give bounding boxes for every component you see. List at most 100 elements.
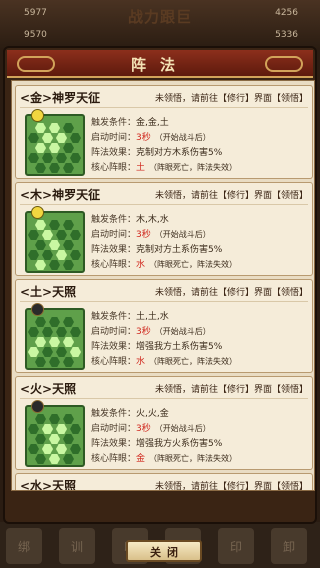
hex-cell-icon (35, 414, 46, 424)
formation-core: 水 (136, 260, 146, 270)
effect-label: 阵法效果： (91, 439, 137, 449)
hex-cell-icon (42, 153, 53, 163)
hex-cell-icon (56, 250, 67, 260)
hex-cell-icon (28, 230, 39, 240)
formation-name: <木>神罗天征 (20, 188, 101, 202)
formation-list[interactable]: <金>神罗天征 未领悟，请前往【修行】界面【领悟】 触发条件：金,金,土 启动时间：3… (11, 80, 315, 491)
formation-trigger-row: 触发条件：金,金,土 (91, 115, 169, 128)
formation-grid-icon (25, 109, 85, 176)
start-label: 启动时间： (91, 424, 137, 434)
hex-cell-icon (49, 317, 60, 327)
hex-cell-icon (35, 454, 46, 464)
hex-cell-icon (56, 347, 67, 357)
formation-trigger-row: 触发条件：火,火,金 (91, 406, 169, 419)
background-top-bar: 5977 9570 战力跟巨 4256 5336 (0, 0, 320, 48)
effect-label: 阵法效果： (91, 148, 137, 158)
formation-start-value: 3秒 (136, 133, 151, 143)
dialog-header: 阵法 (7, 50, 313, 78)
formation-effect: 克制对方土系伤害5% (136, 245, 223, 255)
hex-cell-icon (42, 250, 53, 260)
formation-core: 水 (136, 357, 146, 367)
formation-name: <金>神罗天征 (20, 91, 101, 105)
hex-cell-icon (35, 240, 46, 250)
formation-status[interactable]: 未领悟，请前往【修行】界面【领悟】 (155, 479, 308, 490)
formation-name: <土>天照 (20, 285, 77, 299)
formation-start-note: （开始战斗后） (154, 133, 211, 142)
yellow-orb-icon (31, 109, 44, 122)
formation-trigger: 火,火,金 (136, 409, 169, 419)
hex-cell-icon (35, 434, 46, 444)
formation-status[interactable]: 未领悟，请前往【修行】界面【领悟】 (155, 91, 308, 104)
formation-status[interactable]: 未领悟，请前往【修行】界面【领悟】 (155, 188, 308, 201)
formation-card[interactable]: <土>天照 未领悟，请前往【修行】界面【领悟】 触发条件：土,土,水 启动时间：3秒（… (15, 279, 313, 373)
hex-cell-icon (70, 327, 81, 337)
hex-cell-icon (70, 133, 81, 143)
hex-cell-icon (35, 220, 46, 230)
formation-effect: 增强我方火系伤害5% (136, 439, 223, 449)
formation-name: <水>天照 (20, 479, 77, 491)
hex-cell-icon (63, 414, 74, 424)
hex-cell-icon (70, 424, 81, 434)
hex-cell-icon (28, 133, 39, 143)
hex-cell-icon (63, 220, 74, 230)
hex-cell-icon (56, 133, 67, 143)
formation-start-row: 启动时间：3秒 （开始战斗后） (91, 130, 211, 143)
hex-cell-icon (63, 260, 74, 270)
formation-dialog: 阵法 <金>神罗天征 未领悟，请前往【修行】界面【领悟】 触发条件：金,金,土 启动时… (3, 46, 317, 562)
trigger-label: 触发条件： (91, 215, 137, 225)
formation-start-row: 启动时间：3秒 （开始战斗后） (91, 324, 211, 337)
hex-cell-icon (28, 153, 39, 163)
formation-grid-icon (25, 303, 85, 370)
formation-grid-icon (25, 206, 85, 273)
hex-cell-icon (63, 357, 74, 367)
formation-start-row: 启动时间：3秒 （开始战斗后） (91, 227, 211, 240)
hex-cell-icon (70, 153, 81, 163)
hex-cell-icon (56, 153, 67, 163)
hex-cell-icon (70, 250, 81, 260)
hex-cell-icon (49, 454, 60, 464)
trigger-label: 触发条件： (91, 409, 137, 419)
trigger-label: 触发条件： (91, 118, 137, 128)
formation-core-row: 核心阵眼：金 （阵眼死亡，阵法失效） (91, 451, 237, 464)
hex-cell-icon (56, 424, 67, 434)
formation-effect-row: 阵法效果：增强我方土系伤害5% (91, 339, 222, 352)
start-label: 启动时间： (91, 327, 137, 337)
hex-cell-icon (49, 220, 60, 230)
formation-start-value: 3秒 (136, 327, 151, 337)
hex-cell-icon (42, 327, 53, 337)
yellow-orb-icon (31, 206, 44, 219)
formation-status[interactable]: 未领悟，请前往【修行】界面【领悟】 (155, 285, 308, 298)
formation-card[interactable]: <水>天照 未领悟，请前往【修行】界面【领悟】 (15, 473, 313, 491)
formation-start-note: （开始战斗后） (154, 230, 211, 239)
hex-cell-icon (63, 454, 74, 464)
hex-cell-icon (28, 327, 39, 337)
core-label: 核心阵眼： (91, 454, 137, 464)
formation-effect-row: 阵法效果：增强我方火系伤害5% (91, 436, 222, 449)
background-tab: 卸 (271, 528, 307, 564)
formation-name: <火>天照 (20, 382, 77, 396)
formation-card[interactable]: <火>天照 未领悟，请前往【修行】界面【领悟】 触发条件：火,火,金 启动时间：3秒（… (15, 376, 313, 470)
formation-core-note: （阵眼死亡，阵法失效） (149, 454, 238, 463)
formation-card[interactable]: <木>神罗天征 未领悟，请前往【修行】界面【领悟】 触发条件：木,木,水 启动时间：3… (15, 182, 313, 276)
hex-cell-icon (28, 347, 39, 357)
hex-cell-icon (70, 444, 81, 454)
hex-cell-icon (63, 434, 74, 444)
formation-status[interactable]: 未领悟，请前往【修行】界面【领悟】 (155, 382, 308, 395)
dark-orb-icon (31, 303, 44, 316)
hex-cell-icon (49, 434, 60, 444)
formation-effect: 克制对方木系伤害5% (136, 148, 223, 158)
background-tab: 训 (59, 528, 95, 564)
hex-cell-icon (63, 123, 74, 133)
formation-core-note: （阵眼死亡，阵法失效） (149, 163, 238, 172)
hex-cell-icon (35, 163, 46, 173)
hex-cell-icon (70, 230, 81, 240)
formation-start-note: （开始战斗后） (154, 327, 211, 336)
hex-cell-icon (63, 163, 74, 173)
hex-cell-icon (49, 337, 60, 347)
start-label: 启动时间： (91, 133, 137, 143)
core-label: 核心阵眼： (91, 357, 137, 367)
hex-cell-icon (63, 317, 74, 327)
formation-effect: 增强我方土系伤害5% (136, 342, 223, 352)
close-button[interactable]: 关闭 (126, 540, 202, 562)
formation-card[interactable]: <金>神罗天征 未领悟，请前往【修行】界面【领悟】 触发条件：金,金,土 启动时间：3… (15, 85, 313, 179)
